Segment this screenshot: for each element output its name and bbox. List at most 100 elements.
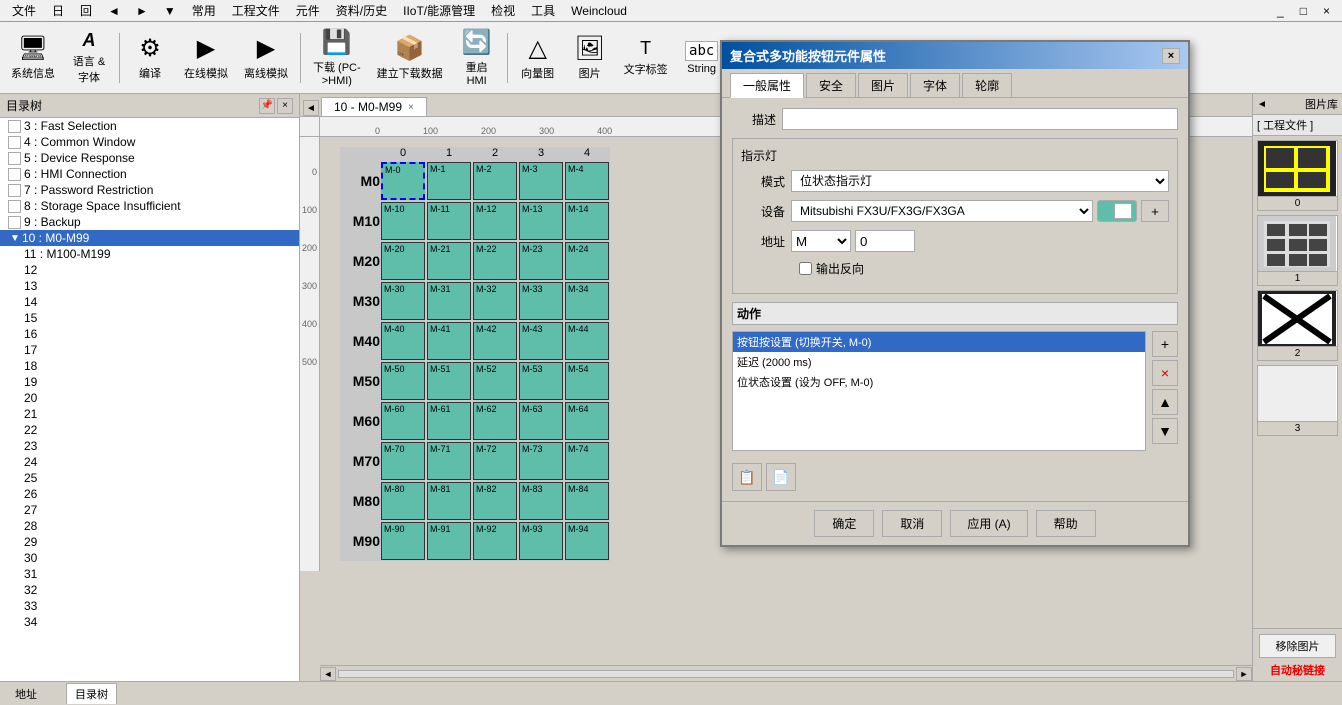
action-list[interactable]: 按钮按设置 (切换开关, M-0) 延迟 (2000 ms) 位状态设置 (设为… [732, 331, 1146, 451]
cell-M-52[interactable]: M-52 [473, 362, 517, 400]
cell-M-53[interactable]: M-53 [519, 362, 563, 400]
dialog-tab-outline[interactable]: 轮廓 [962, 73, 1012, 97]
expand-icon-10[interactable]: ▼ [8, 233, 22, 244]
tree-item-15[interactable]: 15 [0, 310, 299, 326]
cell-M-94[interactable]: M-94 [565, 522, 609, 560]
cell-M-81[interactable]: M-81 [427, 482, 471, 520]
description-input[interactable] [782, 108, 1178, 130]
tree-item-30[interactable]: 30 [0, 550, 299, 566]
cell-M-21[interactable]: M-21 [427, 242, 471, 280]
sidebar-pin[interactable]: 📌 [259, 98, 275, 114]
tree-checkbox-5[interactable] [8, 152, 21, 165]
cell-M-74[interactable]: M-74 [565, 442, 609, 480]
tree-checkbox-8[interactable] [8, 200, 21, 213]
statusbar-tab-tree[interactable]: 目录树 [66, 683, 117, 704]
menu-iiot[interactable]: IIoT/能源管理 [395, 0, 483, 21]
cell-M-73[interactable]: M-73 [519, 442, 563, 480]
address-value-input[interactable] [855, 230, 915, 252]
tree-item-26[interactable]: 26 [0, 486, 299, 502]
dialog-ok-btn[interactable]: 确定 [814, 510, 874, 537]
action-add-btn[interactable]: + [1152, 331, 1178, 357]
address-reg-select[interactable]: M [791, 230, 851, 252]
action-item-0[interactable]: 按钮按设置 (切换开关, M-0) [733, 332, 1145, 352]
right-panel-item-0[interactable]: 0 [1257, 140, 1338, 211]
cell-M-82[interactable]: M-82 [473, 482, 517, 520]
hscroll-left[interactable]: ◄ [320, 667, 336, 681]
tree-item-22[interactable]: 22 [0, 422, 299, 438]
toolbar-build-dl[interactable]: 📦 建立下载数据 [370, 26, 450, 90]
menu-file[interactable]: 文件 [4, 0, 44, 21]
tree-item-7[interactable]: 7 : Password Restriction [0, 182, 299, 198]
tree-checkbox-7[interactable] [8, 184, 21, 197]
toolbar-online-sim[interactable]: ▶ 在线模拟 [177, 26, 235, 90]
dialog-tab-security[interactable]: 安全 [806, 73, 856, 97]
tree-item-17[interactable]: 17 [0, 342, 299, 358]
menu-tools[interactable]: 工具 [523, 0, 563, 21]
cell-M-83[interactable]: M-83 [519, 482, 563, 520]
cell-M-64[interactable]: M-64 [565, 402, 609, 440]
tree-item-21[interactable]: 21 [0, 406, 299, 422]
cell-M-22[interactable]: M-22 [473, 242, 517, 280]
win-max[interactable]: □ [1292, 2, 1315, 20]
cell-M-60[interactable]: M-60 [381, 402, 425, 440]
cell-M-93[interactable]: M-93 [519, 522, 563, 560]
menu-data[interactable]: 资料/历史 [328, 0, 395, 21]
tree-item-5[interactable]: 5 : Device Response [0, 150, 299, 166]
tree-item-12[interactable]: 12 [0, 262, 299, 278]
cell-M-43[interactable]: M-43 [519, 322, 563, 360]
cell-M-51[interactable]: M-51 [427, 362, 471, 400]
menu-back[interactable]: ◄ [100, 2, 128, 20]
menu-project[interactable]: 工程文件 [224, 0, 288, 21]
menu-common[interactable]: 常用 [184, 0, 224, 21]
tree-item-4[interactable]: 4 : Common Window [0, 134, 299, 150]
action-item-2[interactable]: 位状态设置 (设为 OFF, M-0) [733, 372, 1145, 392]
tree-item-13[interactable]: 13 [0, 278, 299, 294]
dialog-close-btn[interactable]: × [1162, 48, 1180, 64]
cell-M-10[interactable]: M-10 [381, 202, 425, 240]
tree-checkbox-4[interactable] [8, 136, 21, 149]
cell-M-63[interactable]: M-63 [519, 402, 563, 440]
cell-M-20[interactable]: M-20 [381, 242, 425, 280]
tree-checkbox-6[interactable] [8, 168, 21, 181]
tab-scroll-left[interactable]: ◄ [303, 100, 319, 116]
cell-M-32[interactable]: M-32 [473, 282, 517, 320]
tree-item-6[interactable]: 6 : HMI Connection [0, 166, 299, 182]
tree-checkbox-3[interactable] [8, 120, 21, 133]
action-delete-btn[interactable]: × [1152, 360, 1178, 386]
menu-down[interactable]: ▼ [156, 2, 184, 20]
tree-item-23[interactable]: 23 [0, 438, 299, 454]
cell-M-14[interactable]: M-14 [565, 202, 609, 240]
tree-item-24[interactable]: 24 [0, 454, 299, 470]
cell-M-4[interactable]: M-4 [565, 162, 609, 200]
dialog-help-btn[interactable]: 帮助 [1036, 510, 1096, 537]
cell-M-23[interactable]: M-23 [519, 242, 563, 280]
tree-item-34[interactable]: 34 [0, 614, 299, 630]
cell-M-3[interactable]: M-3 [519, 162, 563, 200]
menu-element[interactable]: 元件 [288, 0, 328, 21]
dialog-tab-general[interactable]: 一般属性 [730, 73, 804, 98]
action-down-btn[interactable]: ▼ [1152, 418, 1178, 444]
cell-M-33[interactable]: M-33 [519, 282, 563, 320]
tree-item-27[interactable]: 27 [0, 502, 299, 518]
menu-save2[interactable]: 回 [72, 0, 100, 21]
menu-view[interactable]: 检视 [483, 0, 523, 21]
right-panel-item-2[interactable]: 2 [1257, 290, 1338, 361]
cell-M-12[interactable]: M-12 [473, 202, 517, 240]
device-select[interactable]: Mitsubishi FX3U/FX3G/FX3GA [791, 200, 1093, 222]
cell-M-0[interactable]: M-0 [381, 162, 425, 200]
cell-M-72[interactable]: M-72 [473, 442, 517, 480]
tree-item-25[interactable]: 25 [0, 470, 299, 486]
dialog-tab-font[interactable]: 字体 [910, 73, 960, 97]
hscroll-track[interactable] [338, 670, 1234, 678]
win-min[interactable]: _ [1269, 2, 1292, 20]
cell-M-31[interactable]: M-31 [427, 282, 471, 320]
tree-item-20[interactable]: 20 [0, 390, 299, 406]
tree-item-31[interactable]: 31 [0, 566, 299, 582]
cell-M-91[interactable]: M-91 [427, 522, 471, 560]
tree-item-8[interactable]: 8 : Storage Space Insufficient [0, 198, 299, 214]
toolbar-langfont[interactable]: A 语言 &字体 [64, 26, 114, 90]
tab-m0m99-close[interactable]: × [408, 102, 414, 113]
cell-M-84[interactable]: M-84 [565, 482, 609, 520]
menu-save[interactable]: 日 [44, 0, 72, 21]
tree-item-3[interactable]: 3 : Fast Selection [0, 118, 299, 134]
